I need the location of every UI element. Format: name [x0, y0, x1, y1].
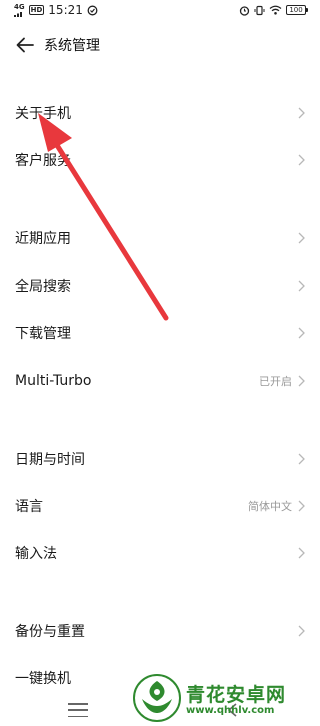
wifi-icon — [269, 5, 282, 15]
chevron-right-icon — [296, 624, 306, 638]
settings-item-label: 关于手机 — [15, 106, 71, 122]
battery-level: 100 — [289, 6, 303, 14]
settings-item-date-time[interactable]: 日期与时间 — [0, 439, 318, 479]
settings-item-label: 语言 — [15, 499, 43, 515]
settings-item-recent-apps[interactable]: 近期应用 — [0, 218, 318, 258]
chevron-right-icon — [296, 326, 306, 340]
page-title: 系统管理 — [44, 38, 100, 54]
status-time: 15:21 — [48, 3, 83, 17]
chevron-right-icon — [296, 374, 306, 388]
chevron-right-icon — [296, 153, 306, 167]
status-bar: 4G HD 15:21 100 — [0, 0, 318, 20]
battery-icon: 100 — [286, 5, 308, 15]
multi-turbo-status: 已开启 — [259, 375, 292, 388]
settings-item-language[interactable]: 语言 简体中文 — [0, 486, 318, 526]
settings-item-label: 一键换机 — [15, 671, 71, 687]
settings-item-label: 备份与重置 — [15, 624, 85, 640]
chevron-right-icon — [296, 279, 306, 293]
settings-item-label: 全局搜索 — [15, 279, 71, 295]
alarm-icon — [239, 5, 250, 16]
watermark: 青花安卓网 www.qhhlv.com — [132, 670, 318, 726]
chevron-right-icon — [296, 499, 306, 513]
network-type: 4G — [14, 2, 25, 11]
notification-icon — [87, 5, 98, 15]
settings-item-about-phone[interactable]: 关于手机 — [0, 93, 318, 133]
settings-item-label: 日期与时间 — [15, 452, 85, 468]
watermark-name: 青花安卓网 — [186, 684, 287, 706]
settings-item-label: 近期应用 — [15, 231, 71, 247]
nav-menu-button[interactable] — [68, 703, 88, 717]
watermark-text: 青花安卓网 www.qhhlv.com — [186, 680, 286, 716]
chevron-right-icon — [296, 546, 306, 560]
settings-item-label: 客户服务 — [15, 153, 71, 169]
settings-item-customer-service[interactable]: 客户服务 — [0, 140, 318, 180]
watermark-url: www.qhhlv.com — [186, 705, 275, 716]
back-arrow-icon[interactable] — [14, 34, 36, 56]
watermark-logo — [133, 674, 181, 722]
settings-item-backup-reset[interactable]: 备份与重置 — [0, 611, 318, 651]
settings-item-right: 简体中文 — [248, 498, 306, 514]
vibrate-icon — [254, 5, 265, 15]
chevron-right-icon — [296, 106, 306, 120]
status-bar-right: 100 — [239, 5, 308, 16]
settings-item-label: 输入法 — [15, 546, 57, 562]
settings-item-global-search[interactable]: 全局搜索 — [0, 266, 318, 306]
header: 系统管理 — [0, 28, 318, 62]
settings-item-label: Multi-Turbo — [15, 373, 92, 389]
settings-item-label: 下载管理 — [15, 326, 71, 342]
hd-badge: HD — [28, 5, 45, 15]
status-bar-left: 4G HD 15:21 — [14, 3, 98, 17]
settings-item-input-method[interactable]: 输入法 — [0, 533, 318, 573]
chevron-right-icon — [296, 231, 306, 245]
language-value: 简体中文 — [248, 500, 292, 513]
chevron-right-icon — [296, 452, 306, 466]
cellular-signal-icon: 4G — [14, 2, 25, 17]
settings-item-multi-turbo[interactable]: Multi-Turbo 已开启 — [0, 361, 318, 401]
settings-item-right: 已开启 — [259, 373, 306, 389]
settings-item-download-manager[interactable]: 下载管理 — [0, 313, 318, 353]
